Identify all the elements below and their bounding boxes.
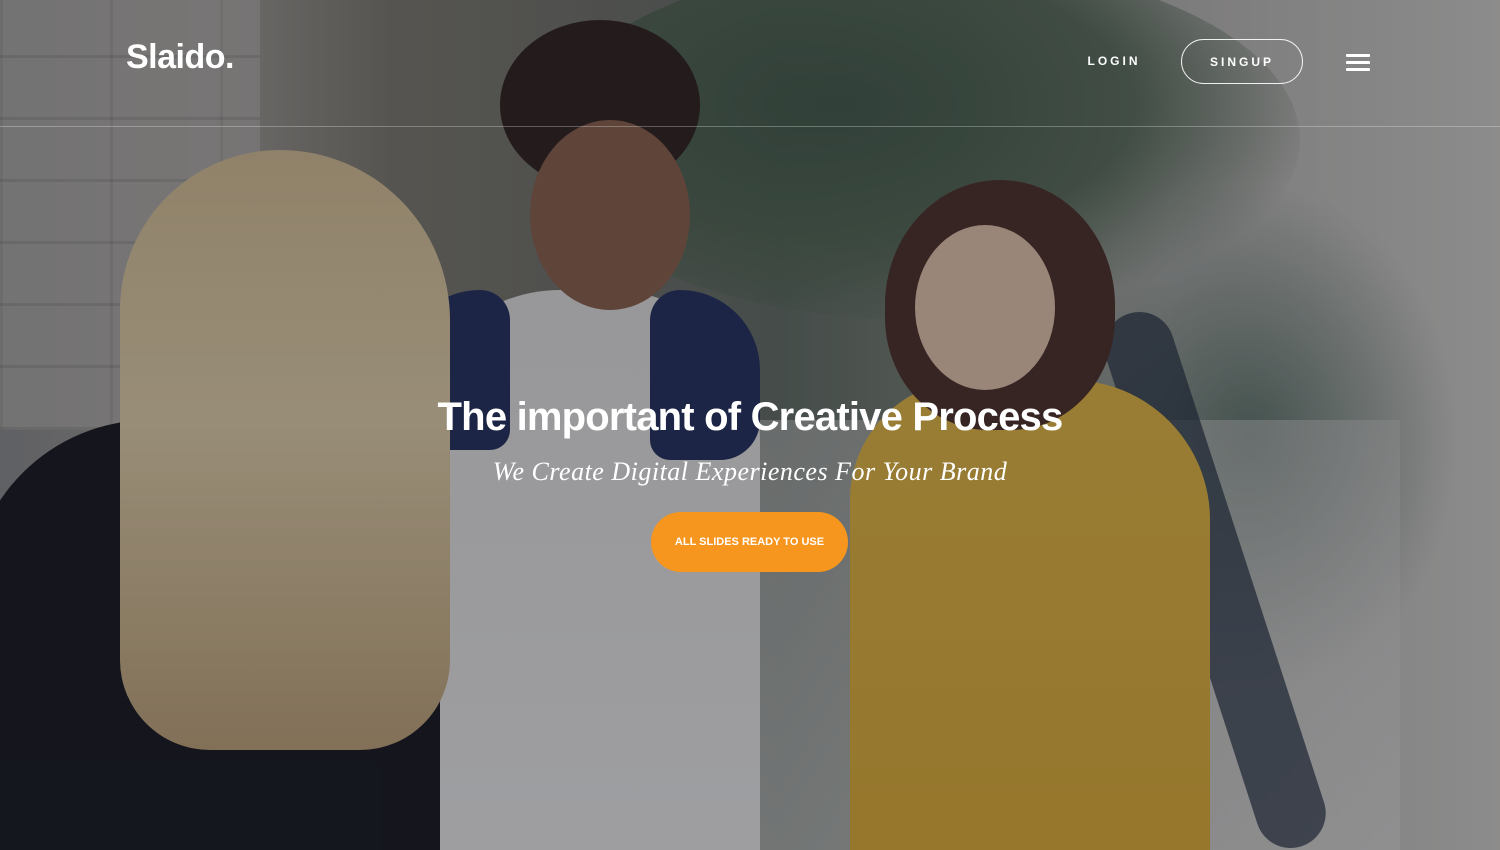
signup-button[interactable]: SINGUP <box>1181 39 1303 84</box>
cta-button[interactable]: ALL SLIDES READY TO USE <box>651 512 848 572</box>
hamburger-menu-icon[interactable] <box>1346 52 1372 72</box>
hero-title: The important of Creative Process <box>437 395 1064 439</box>
hero-subtitle: We Create Digital Experiences For Your B… <box>492 457 1008 486</box>
hero-section: Slaido. LOGIN SINGUP The important of Cr… <box>0 0 1500 850</box>
login-link[interactable]: LOGIN <box>1073 54 1155 68</box>
site-logo[interactable]: Slaido. <box>126 38 234 77</box>
menu-bar <box>1346 54 1370 57</box>
site-header: Slaido. LOGIN SINGUP <box>0 0 1500 127</box>
menu-bar <box>1346 61 1370 64</box>
menu-bar <box>1346 68 1370 71</box>
